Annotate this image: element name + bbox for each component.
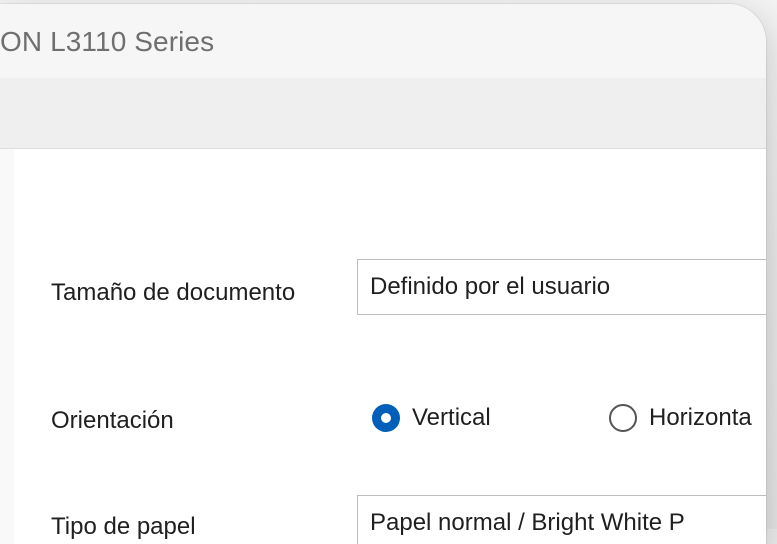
printer-properties-dialog: ON L3110 Series Tamaño de documento Defi… [0,4,766,544]
orientation-vertical-option[interactable]: Vertical [372,404,491,432]
orientation-vertical-label: Vertical [412,404,491,431]
content-panel: Tamaño de documento Definido por el usua… [14,149,766,544]
radio-unchecked-icon[interactable] [609,404,637,432]
document-size-field[interactable]: Definido por el usuario [357,259,766,315]
document-size-label: Tamaño de documento [51,279,296,306]
window-title: ON L3110 Series [0,26,215,57]
tab-strip [0,78,766,149]
title-bar: ON L3110 Series [0,4,766,78]
paper-type-field[interactable]: Papel normal / Bright White P [357,495,766,544]
orientation-horizontal-label: Horizonta [649,404,752,431]
orientation-horizontal-option[interactable]: Horizonta [609,404,752,432]
orientation-label: Orientación [51,407,174,434]
radio-checked-icon[interactable] [372,404,400,432]
paper-type-label: Tipo de papel [51,513,196,540]
